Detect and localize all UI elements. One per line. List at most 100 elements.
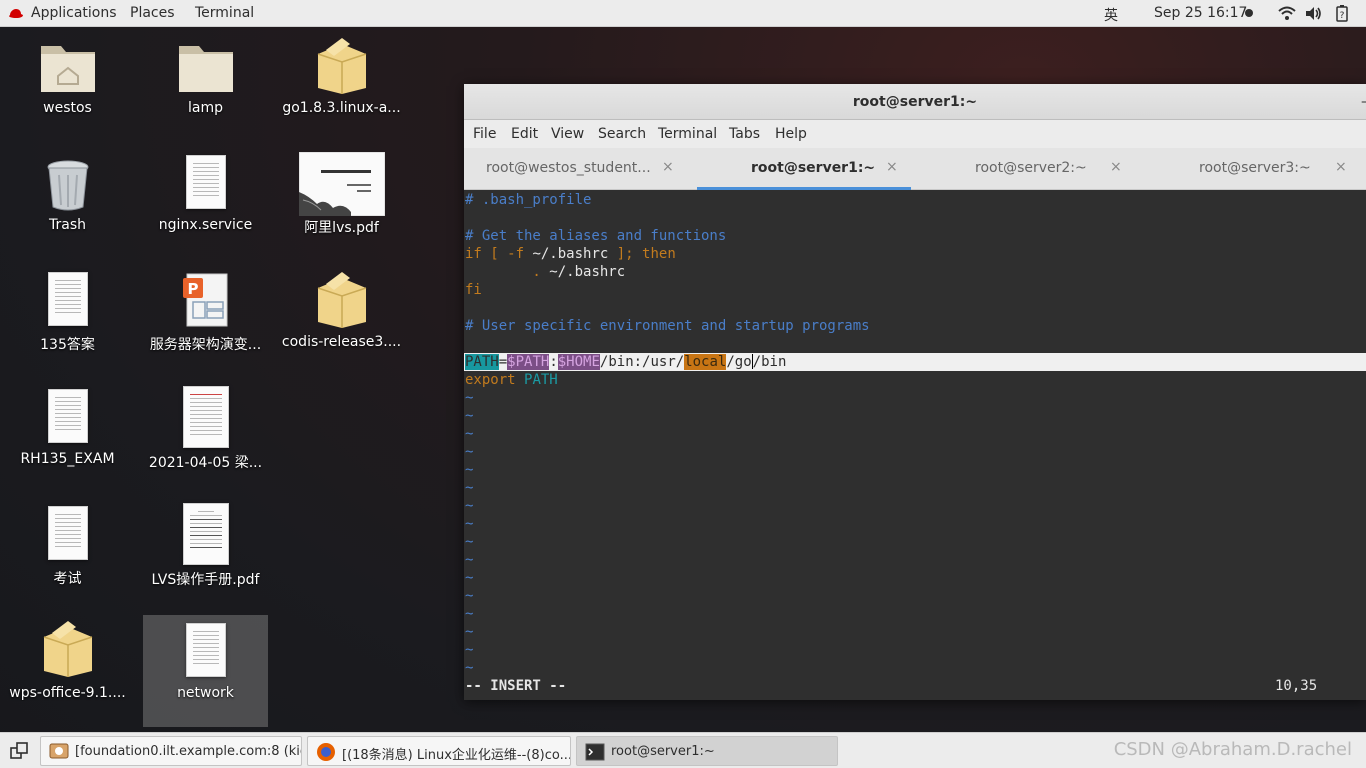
tab-label: root@server3:~ [1199,160,1311,176]
text-file-icon [47,272,88,326]
desktop-icon-2021-04-05[interactable]: 2021-04-05 梁... [143,383,268,495]
taskbar-item-firefox[interactable]: [(18条消息) Linux企业化运维--(8)co... [307,736,571,766]
archive-icon [43,621,92,677]
tab-label: root@server2:~ [975,160,1087,176]
show-desktop-icon[interactable] [10,742,28,760]
desktop-icon-nginx-service[interactable]: nginx.service [143,149,268,261]
menu-help[interactable]: Help [775,126,807,142]
desktop-icon-label: RH135_EXAM [20,451,115,467]
desktop-icon-rh135-exam[interactable]: RH135_EXAM [5,383,130,495]
terminal-tab-bar: root@westos_student... × root@server1:~ … [464,148,1366,190]
empty-line-tilde: ~ [465,444,474,460]
desktop-icon-label: westos [43,100,92,116]
menu-tabs[interactable]: Tabs [729,126,760,142]
folder-icon [178,46,233,92]
archive-icon [317,38,366,94]
desktop-icon-label: 135答案 [40,337,95,353]
desktop-icon-label: 阿里lvs.pdf [304,220,379,236]
menu-file[interactable]: File [473,126,496,142]
empty-line-tilde: ~ [465,534,474,550]
minimize-button[interactable]: – [1361,84,1366,120]
empty-line-tilde: ~ [465,390,474,406]
taskbar-item-foundation0[interactable]: [foundation0.ilt.example.com:8 (kios... [40,736,302,766]
tab-server1[interactable]: root@server1:~ × [697,148,911,190]
taskbar-item-label: [(18条消息) Linux企业化运维--(8)co... [342,748,571,763]
desktop-icon-label: LVS操作手册.pdf [151,572,260,588]
code-line: if [ -f ~/.bashrc ]; then [465,246,676,262]
tab-close-icon[interactable]: × [662,159,674,175]
redhat-logo-icon [9,9,23,18]
taskbar-item-label: [foundation0.ilt.example.com:8 (kios... [75,744,302,759]
wifi-icon[interactable] [1278,6,1296,21]
tab-server3[interactable]: root@server3:~ × [1135,148,1366,190]
terminal-icon [585,743,605,761]
svg-text:?: ? [1340,11,1345,21]
tab-close-icon[interactable]: × [1335,159,1347,175]
taskbar: [foundation0.ilt.example.com:8 (kios... … [0,732,1366,768]
desktop-icon-westos[interactable]: westos [5,32,130,144]
empty-line-tilde: ~ [465,516,474,532]
menu-terminal[interactable]: Terminal [658,126,717,142]
terminal-window[interactable]: root@server1:~ – File Edit View Search T… [464,84,1366,700]
terminal-menubar: File Edit View Search Terminal Tabs Help [464,120,1366,148]
empty-line-tilde: ~ [465,408,474,424]
desktop-icon-ali-lvs-pdf[interactable]: 阿里lvs.pdf [279,149,404,261]
presentation-icon: P [182,273,227,327]
menu-edit[interactable]: Edit [511,126,538,142]
code-line: . ~/.bashrc [465,264,626,280]
desktop-icon-label: 服务器架构演变... [149,337,262,353]
terminal-app-menu[interactable]: Terminal [195,5,254,21]
top-panel: Applications Places Terminal 英 Sep 25 16… [0,0,1366,27]
pdf-thumbnail-icon [298,152,385,216]
empty-line-tilde: ~ [465,624,474,640]
current-line-highlight: PATH=$PATH:$HOME/bin:/usr/local/go/bin [464,353,1366,371]
code-line-path: PATH=$PATH:$HOME/bin:/usr/local/go/bin [465,354,787,370]
empty-line-tilde: ~ [465,660,474,676]
taskbar-item-terminal[interactable]: root@server1:~ [576,736,838,766]
pdf-thumbnail-icon [182,503,229,565]
tab-close-icon[interactable]: × [886,159,898,175]
empty-line-tilde: ~ [465,498,474,514]
desktop-icon-135-answers[interactable]: 135答案 [5,266,130,378]
places-menu[interactable]: Places [130,5,175,21]
battery-icon[interactable]: ? [1336,5,1348,22]
remote-viewer-icon [49,743,69,759]
code-line: fi [465,282,482,298]
desktop-icon-go-archive[interactable]: go1.8.3.linux-a... [279,32,404,144]
tab-close-icon[interactable]: × [1110,159,1122,175]
desktop-icon-exam[interactable]: 考试 [5,500,130,612]
empty-line-tilde: ~ [465,588,474,604]
desktop-icon-lamp[interactable]: lamp [143,32,268,144]
menu-search[interactable]: Search [598,126,646,142]
desktop-icon-wps-office[interactable]: wps-office-9.1.... [5,615,130,727]
vim-editor[interactable]: # .bash_profile # Get the aliases and fu… [464,190,1366,700]
tab-label: root@server1:~ [751,160,876,176]
trash-icon [47,160,88,211]
desktop-icon-label: network [177,685,234,701]
desktop-icon-codis-release[interactable]: codis-release3.... [279,266,404,378]
terminal-titlebar[interactable]: root@server1:~ – [464,84,1366,120]
text-file-icon [185,155,226,209]
input-method-indicator[interactable]: 英 [1104,5,1118,25]
code-line: # .bash_profile [465,192,592,208]
volume-icon[interactable] [1305,6,1322,21]
desktop-icon-label: Trash [49,217,86,233]
desktop-icon-label: nginx.service [158,217,253,233]
desktop-icon-trash[interactable]: Trash [5,149,130,261]
text-file-icon [47,389,88,443]
taskbar-item-label: root@server1:~ [611,744,715,759]
empty-line-tilde: ~ [465,642,474,658]
empty-line-tilde: ~ [465,426,474,442]
desktop-icon-lvs-manual[interactable]: LVS操作手册.pdf [143,500,268,612]
applications-menu[interactable]: Applications [31,5,117,21]
svg-text:P: P [187,280,198,298]
tab-westos-student[interactable]: root@westos_student... × [464,148,697,190]
desktop-icon-network[interactable]: network [143,615,268,727]
menu-view[interactable]: View [551,126,584,142]
tab-label: root@westos_student... [486,160,651,176]
tab-server2[interactable]: root@server2:~ × [911,148,1135,190]
desktop-icon-label: lamp [188,100,223,116]
clock[interactable]: Sep 25 16:17 [1154,5,1247,21]
desktop-icon-server-architecture[interactable]: P 服务器架构演变... [143,266,268,378]
desktop-icon-label: codis-release3.... [281,334,402,350]
